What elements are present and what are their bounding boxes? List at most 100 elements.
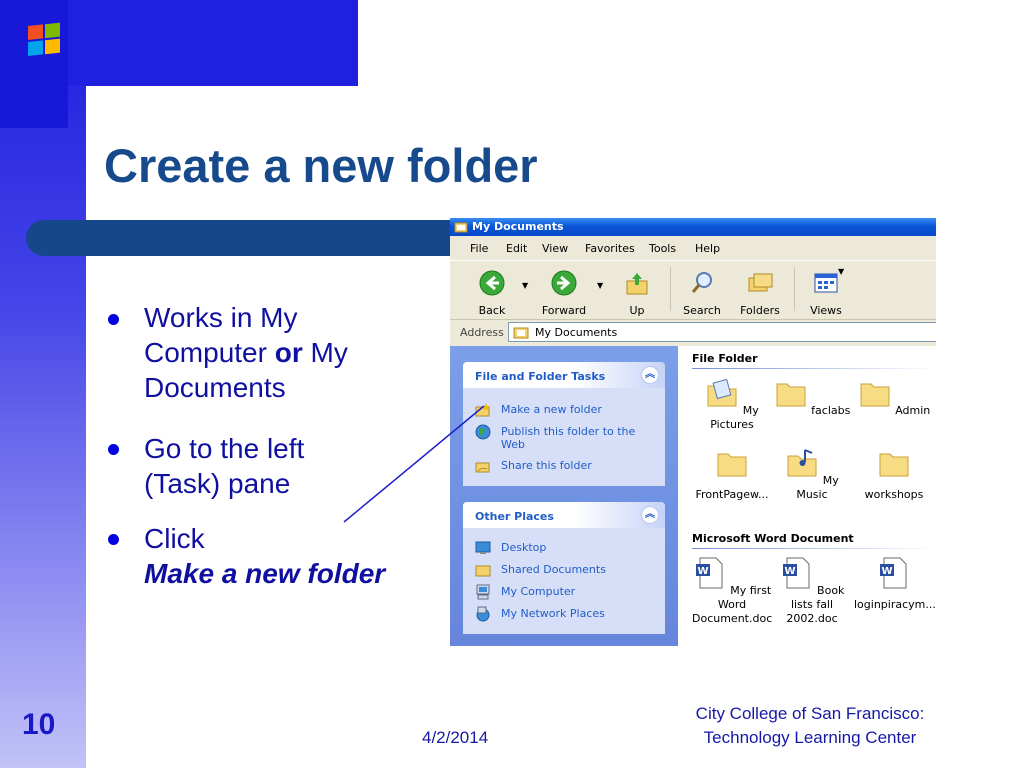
document-item[interactable]: W Book lists fall 2002.doc <box>772 556 852 626</box>
search-icon <box>691 272 712 293</box>
my-network-places-label: My Network Places <box>501 607 605 620</box>
window-titlebar[interactable]: My Documents <box>450 218 936 236</box>
bullet-dot <box>108 444 119 455</box>
views-dropdown-icon[interactable]: ▼ <box>838 267 844 276</box>
back-label: Back <box>478 304 506 317</box>
desktop-icon <box>475 541 491 554</box>
menu-view[interactable]: View <box>542 242 568 255</box>
word-document-icon: W <box>782 557 810 589</box>
other-places-header[interactable]: Other Places ︽ <box>463 502 665 528</box>
window-title: My Documents <box>472 220 564 233</box>
windows-logo <box>0 0 68 128</box>
bullet-3: Click Make a new folder <box>144 521 385 591</box>
group-divider <box>692 548 936 549</box>
slide-date: 4/2/2014 <box>422 728 489 747</box>
folder-label: faclabs <box>811 404 851 417</box>
file-folder-tasks-header[interactable]: File and Folder Tasks ︽ <box>463 362 665 388</box>
file-folder-tasks-box: File and Folder Tasks ︽ Make a new folde… <box>463 362 665 486</box>
bullet-3-line-1: Click <box>144 523 205 554</box>
share-folder-icon <box>475 462 490 473</box>
folders-button[interactable]: Folders <box>738 269 782 317</box>
menu-favorites[interactable]: Favorites <box>585 242 635 255</box>
globe-icon <box>475 424 491 440</box>
folder-label: workshops <box>864 488 924 501</box>
collapse-chevron-icon[interactable]: ︽ <box>641 506 659 524</box>
menu-tools[interactable]: Tools <box>649 242 676 255</box>
folder-icon <box>776 383 806 407</box>
menu-bar: File Edit View Favorites Tools Help <box>450 237 936 259</box>
my-computer-icon <box>476 584 490 600</box>
toolbar-separator <box>670 267 671 311</box>
folder-item[interactable]: workshops <box>854 446 934 502</box>
collapse-chevron-icon[interactable]: ︽ <box>641 366 659 384</box>
forward-label: Forward <box>541 304 587 317</box>
forward-button[interactable]: Forward <box>540 269 588 317</box>
document-item[interactable]: W loginpiracym... <box>854 556 936 612</box>
bullet-1-line-2b: My <box>302 337 348 368</box>
folder-label: FrontPagew... <box>695 488 769 501</box>
folder-icon <box>879 453 909 477</box>
word-document-icon: W <box>880 557 907 589</box>
desktop-label: Desktop <box>501 541 547 554</box>
bullet-1: Works in My Computer or My Documents <box>144 300 348 405</box>
views-icon <box>814 273 838 293</box>
slide-number: 10 <box>22 708 56 741</box>
folder-item[interactable]: FrontPagew... <box>692 446 772 502</box>
bullet-2-line-2: (Task) pane <box>144 468 291 499</box>
search-button[interactable]: Search <box>680 269 724 317</box>
make-new-folder-label: Make a new folder <box>501 403 602 416</box>
shared-documents-icon <box>475 565 491 577</box>
address-bar: Address My Documents <box>450 320 936 344</box>
bullet-2-line-1: Go to the left <box>144 433 305 464</box>
bullet-3-line-2: Make a new folder <box>144 558 386 589</box>
group-header-file-folder: File Folder <box>692 352 758 365</box>
forward-arrow-icon <box>551 270 577 296</box>
folder-icon <box>860 383 890 407</box>
group-header-word-document: Microsoft Word Document <box>692 532 854 545</box>
bullet-1-line-2a: Computer <box>144 337 275 368</box>
toolbar: Back ▼ Forward ▼ Up Search Folders Views… <box>450 260 936 320</box>
back-button[interactable]: Back <box>474 269 510 317</box>
menu-help[interactable]: Help <box>695 242 720 255</box>
toolbar-separator <box>794 267 795 311</box>
folder-icon <box>717 453 747 477</box>
document-item[interactable]: W My first Word Document.doc <box>692 556 772 626</box>
file-list-pane: File Folder My Pictures faclabs Admin Fr… <box>678 346 936 646</box>
explorer-window: My Documents File Edit View Favorites To… <box>450 218 936 646</box>
network-places-icon <box>476 606 490 622</box>
task-pane: File and Folder Tasks ︽ Make a new folde… <box>450 346 678 646</box>
forward-dropdown-icon[interactable]: ▼ <box>597 281 603 290</box>
document-label-line2: Document.doc <box>692 612 773 625</box>
publish-folder-label: Publish this folder to the Web <box>501 425 636 451</box>
back-dropdown-icon[interactable]: ▼ <box>522 281 528 290</box>
menu-file[interactable]: File <box>470 242 488 255</box>
folders-label: Folders <box>740 304 780 317</box>
folder-item[interactable]: My Pictures <box>692 376 772 432</box>
folder-item[interactable]: My Music <box>772 446 852 502</box>
new-folder-icon <box>475 403 490 417</box>
up-button[interactable]: Up <box>622 269 652 317</box>
address-value: My Documents <box>535 326 618 339</box>
document-label-line2: 2002.doc <box>786 612 838 625</box>
file-folder-tasks-title: File and Folder Tasks <box>475 370 606 383</box>
views-label: Views <box>810 304 842 317</box>
views-button[interactable]: Views <box>806 269 846 317</box>
footer-line-1: City College of San Francisco: <box>695 704 925 723</box>
folders-icon <box>748 273 773 292</box>
music-folder-icon <box>787 449 817 477</box>
bullet-dot <box>108 534 119 545</box>
other-places-title: Other Places <box>475 510 554 523</box>
group-divider <box>692 368 936 369</box>
bullet-1-bold: or <box>274 337 303 368</box>
folder-item[interactable]: Admin <box>854 376 934 418</box>
folder-item[interactable]: faclabs <box>772 376 852 418</box>
folder-icon <box>454 222 468 233</box>
svg-text:W: W <box>784 566 795 577</box>
search-label: Search <box>683 304 721 317</box>
shared-documents-label: Shared Documents <box>501 563 606 576</box>
back-arrow-icon <box>479 270 505 296</box>
svg-text:W: W <box>697 566 708 577</box>
pictures-folder-icon <box>707 378 737 407</box>
menu-edit[interactable]: Edit <box>506 242 527 255</box>
address-field[interactable]: My Documents <box>508 322 936 342</box>
